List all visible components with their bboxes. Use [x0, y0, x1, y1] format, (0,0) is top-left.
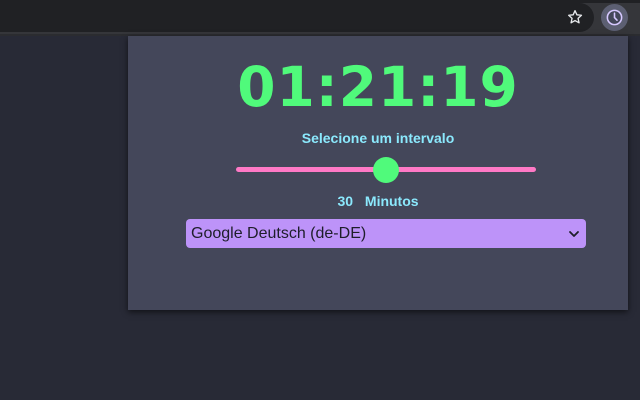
browser-toolbar — [0, 0, 640, 34]
star-icon[interactable] — [564, 6, 586, 28]
clock-icon[interactable] — [601, 4, 628, 31]
voice-select[interactable]: Google Deutsch (de-DE) — [186, 219, 586, 248]
address-bar[interactable] — [0, 3, 594, 32]
interval-label: Selecione um intervalo — [301, 130, 455, 146]
minutes-unit: Minutos — [364, 193, 419, 209]
countdown-timer: 01:21:19 — [237, 55, 519, 119]
extension-popup: 01:21:19 Selecione um intervalo 30 Minut… — [128, 36, 628, 310]
voice-select-value: Google Deutsch (de-DE) — [191, 224, 367, 242]
minutes-display: 30 Minutos — [128, 193, 628, 209]
chevron-down-icon — [568, 228, 580, 240]
minutes-value: 30 — [337, 193, 354, 209]
interval-slider-thumb[interactable] — [373, 157, 399, 183]
